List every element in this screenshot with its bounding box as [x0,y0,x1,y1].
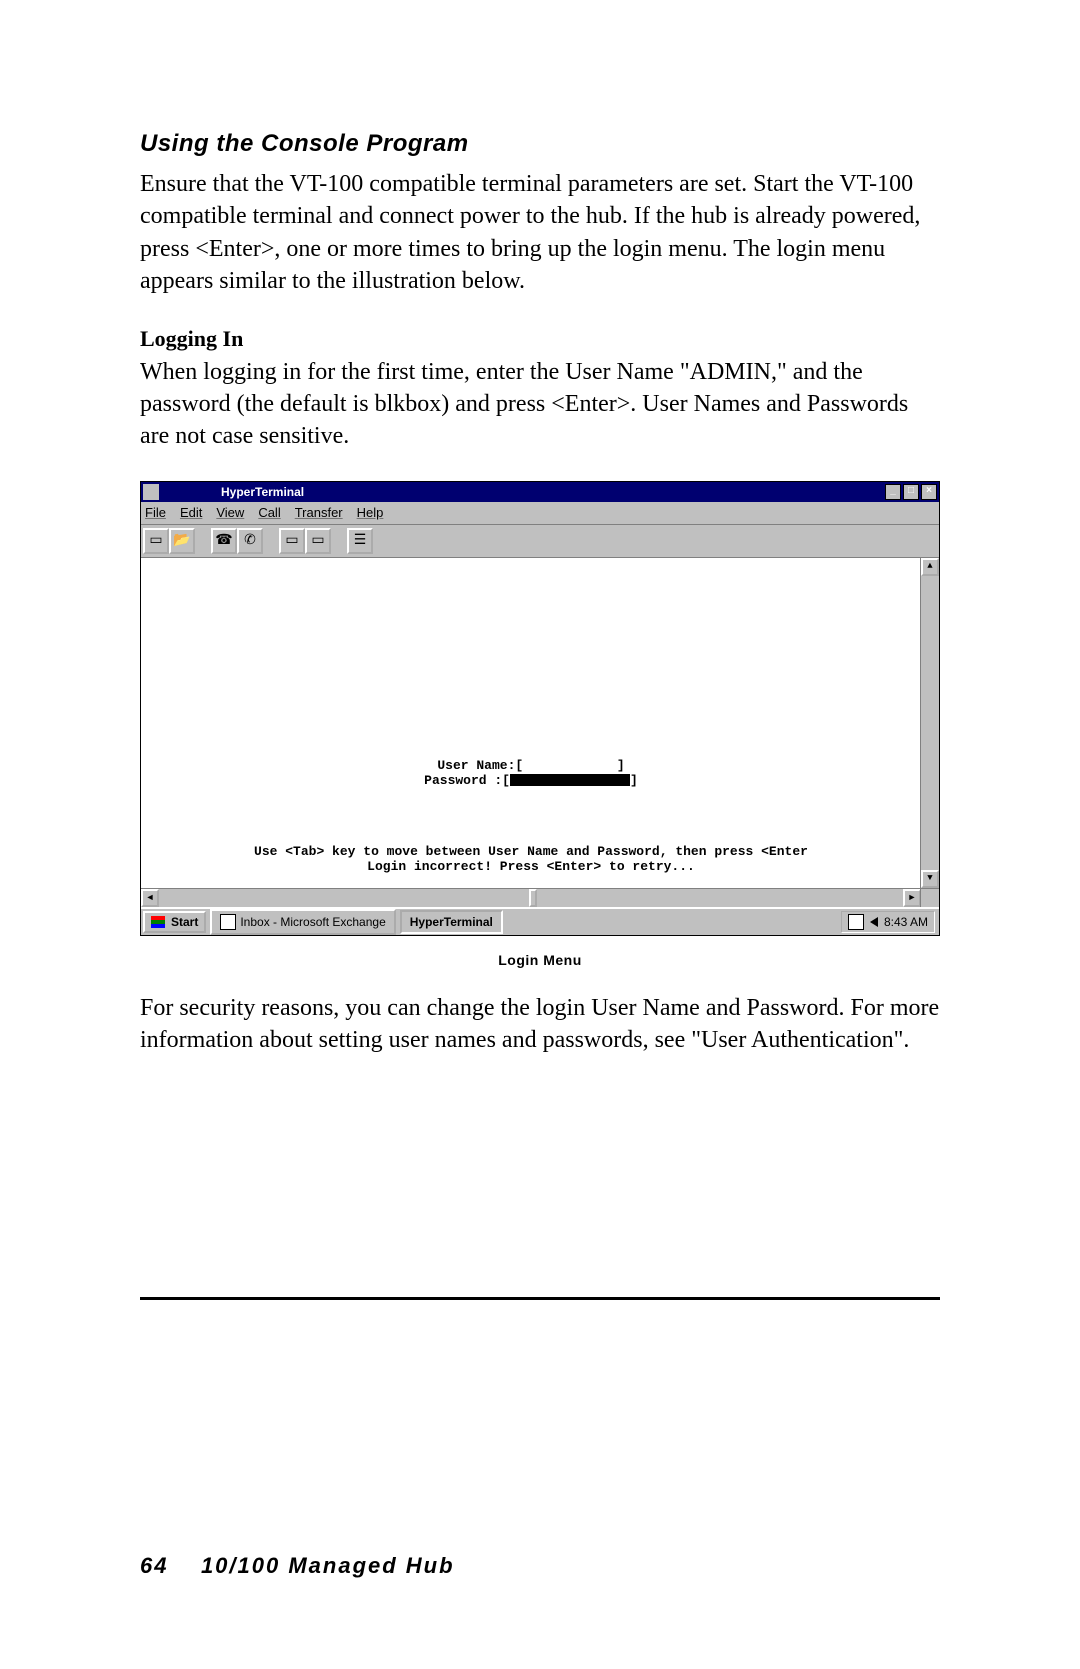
terminal-area[interactable]: ▲ ▼ User Name:[ ] Password :[] Use <Tab>… [141,558,939,888]
system-tray: 8:43 AM [841,911,935,933]
disconnect-icon[interactable]: ✆ [237,528,263,554]
start-label: Start [171,915,198,929]
task-label: Inbox - Microsoft Exchange [240,915,385,929]
connect-icon[interactable]: ☎ [211,528,237,554]
logging-in-paragraph: When logging in for the first time, ente… [140,356,940,453]
new-icon[interactable]: ▭ [143,528,169,554]
scroll-corner [920,889,939,907]
horizontal-scrollbar[interactable]: ◄ ► [141,888,939,907]
security-paragraph: For security reasons, you can change the… [140,992,940,1057]
minimize-button[interactable]: _ [885,484,901,500]
window-titlebar: HyperTerminal _ □ × [141,482,939,502]
menu-file[interactable]: File [145,505,166,520]
start-button[interactable]: Start [143,911,206,933]
logging-in-heading: Logging In [140,326,940,352]
menu-bar: File Edit View Call Transfer Help [141,502,939,525]
footer-rule [140,1297,940,1300]
page-number: 64 [140,1553,168,1578]
menu-edit[interactable]: Edit [180,505,202,520]
scroll-left-icon[interactable]: ◄ [141,889,159,907]
password-label: Password :[ [424,773,510,788]
windows-logo-icon [151,916,165,928]
scroll-down-icon[interactable]: ▼ [921,870,939,888]
intro-paragraph: Ensure that the VT-100 compatible termin… [140,168,940,298]
menu-help[interactable]: Help [357,505,384,520]
app-icon [143,484,159,500]
toolbar: ▭ 📂 ☎ ✆ ▭ ▭ ☰ [141,525,939,558]
document-page: Using the Console Program Ensure that th… [0,0,1080,1669]
taskbar: Start Inbox - Microsoft Exchange HyperTe… [141,907,939,935]
taskbar-task-inbox[interactable]: Inbox - Microsoft Exchange [210,909,395,935]
close-button[interactable]: × [921,484,937,500]
maximize-button[interactable]: □ [903,484,919,500]
username-label: User Name:[ [437,758,523,773]
menu-transfer[interactable]: Transfer [295,505,343,520]
clock: 8:43 AM [884,915,928,929]
login-menu-screenshot: HyperTerminal _ □ × File Edit View Call … [140,481,940,936]
vertical-scrollbar[interactable]: ▲ ▼ [920,558,939,888]
terminal-help-text: Use <Tab> key to move between User Name … [141,844,921,874]
tray-icon[interactable] [848,914,864,930]
page-footer: 64 10/100 Managed Hub [140,1553,455,1579]
section-heading: Using the Console Program [140,130,940,158]
figure-caption: Login Menu [140,952,940,968]
receive-icon[interactable]: ▭ [305,528,331,554]
scroll-up-icon[interactable]: ▲ [921,558,939,576]
help-line-2: Login incorrect! Press <Enter> to retry.… [367,859,695,874]
bracket: ] [630,773,638,788]
task-label: HyperTerminal [410,915,493,929]
menu-call[interactable]: Call [258,505,280,520]
scroll-thumb[interactable] [529,889,537,907]
footer-title: 10/100 Managed Hub [201,1553,455,1578]
open-icon[interactable]: 📂 [169,528,195,554]
menu-view[interactable]: View [216,505,244,520]
properties-icon[interactable]: ☰ [347,528,373,554]
inbox-icon [220,914,236,930]
volume-icon[interactable] [870,917,878,927]
password-cursor-block [510,774,630,786]
taskbar-task-hyperterminal[interactable]: HyperTerminal [400,910,503,934]
terminal-login-prompt: User Name:[ ] Password :[] [141,758,921,788]
scroll-right-icon[interactable]: ► [903,889,921,907]
help-line-1: Use <Tab> key to move between User Name … [254,844,808,859]
window-title: HyperTerminal [141,485,304,499]
send-icon[interactable]: ▭ [279,528,305,554]
bracket: ] [617,758,625,773]
